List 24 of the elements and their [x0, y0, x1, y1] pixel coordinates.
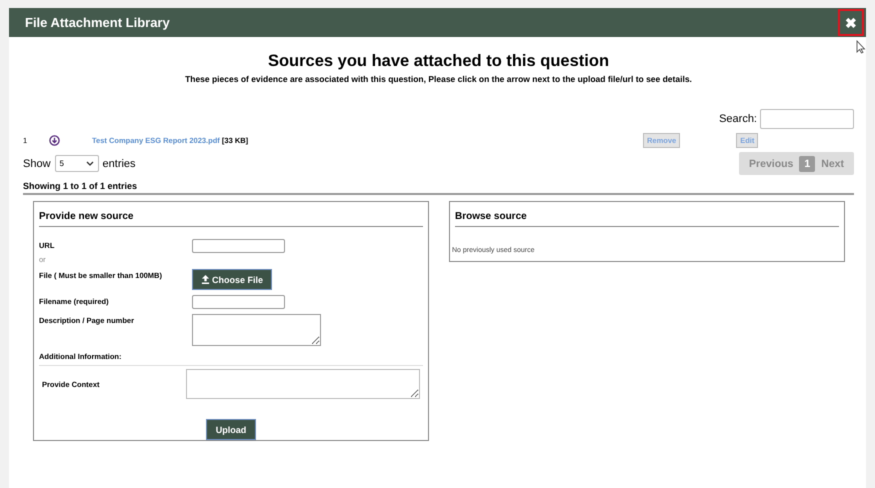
heading: Sources you have attached to this question	[266, 51, 610, 71]
window-title: File Attachment Library	[24, 15, 170, 30]
download-icon[interactable]	[49, 134, 60, 146]
input-field[interactable]	[192, 239, 285, 253]
close-button[interactable]: ✖	[838, 9, 864, 36]
entries-info: Showing 1 to 1 of 1 entries	[23, 175, 854, 195]
page-button[interactable]: Previous	[743, 158, 800, 170]
subheading: These pieces of evidence are associated with this question, Please click on the arrow next to the upload file/url to see details.	[184, 74, 693, 84]
caret-icon	[86, 160, 94, 166]
input-field[interactable]	[192, 295, 285, 309]
entries-dropdown[interactable]: 5	[54, 155, 99, 172]
upload-button[interactable]: Upload	[206, 419, 256, 440]
entries-label: entries	[102, 158, 136, 170]
context-field[interactable]	[186, 369, 420, 399]
choose-file-button[interactable]: Choose File	[192, 269, 272, 290]
search-label: Search:	[719, 113, 757, 125]
panel-title: Browse source	[455, 202, 839, 227]
show-label: Show	[23, 158, 51, 170]
panel-title: Provide new source	[39, 202, 423, 227]
description-field[interactable]	[192, 314, 321, 346]
page-button[interactable]: Next	[815, 158, 850, 170]
upload-icon	[200, 275, 210, 284]
search-field[interactable]	[760, 109, 854, 129]
page-button[interactable]: 1	[799, 156, 816, 172]
